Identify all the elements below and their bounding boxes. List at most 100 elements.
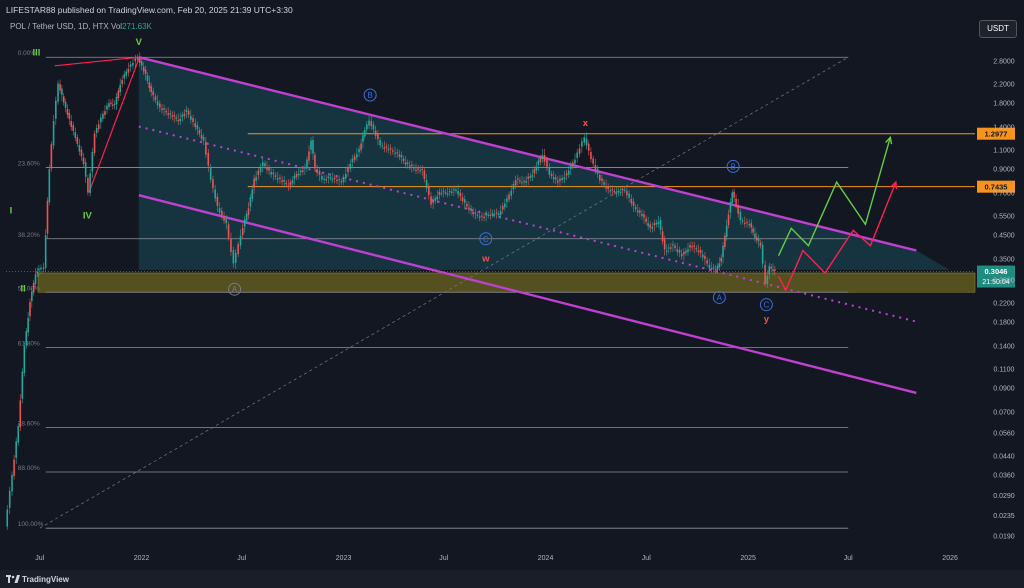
- candle-body: [755, 237, 758, 241]
- candle-body: [476, 214, 479, 216]
- candle-body: [759, 242, 762, 246]
- candle-body: [196, 125, 199, 129]
- candle-body: [634, 207, 637, 210]
- candle-body: [741, 220, 744, 222]
- candle-body: [493, 214, 496, 216]
- candle-body: [774, 269, 776, 271]
- candle-body: [546, 159, 548, 167]
- candle-body: [205, 141, 207, 155]
- candle-body: [314, 154, 316, 169]
- candle-body: [358, 148, 360, 153]
- candle-body: [417, 168, 419, 170]
- candle-body: [31, 291, 33, 302]
- candle-body: [285, 182, 288, 185]
- candle-body: [628, 193, 630, 198]
- candle-body: [716, 266, 719, 270]
- candle-body: [552, 177, 555, 180]
- candle-body: [766, 276, 769, 285]
- candle-body: [601, 178, 603, 182]
- candle-body: [385, 146, 388, 148]
- candle-body: [287, 185, 290, 188]
- candle-body: [15, 441, 17, 458]
- candle-body: [50, 144, 53, 169]
- candle-body: [501, 205, 504, 210]
- x-tick-label: 2022: [134, 555, 150, 562]
- x-tick-label: 2023: [336, 555, 352, 562]
- candle-body: [499, 211, 502, 215]
- candle-body: [167, 113, 170, 115]
- candle-body: [770, 266, 772, 269]
- x-axis[interactable]: Jul 2022 Jul 2023 Jul 2024 Jul 2025 Jul 2026: [35, 555, 958, 562]
- candle-body: [470, 208, 472, 211]
- candle-body: [283, 180, 285, 182]
- candle-body: [104, 111, 106, 115]
- candle-body: [338, 179, 340, 181]
- candle-body: [508, 194, 510, 200]
- candle-body: [411, 164, 413, 167]
- candle-body: [321, 175, 323, 180]
- y-tick-label: 0.4500: [993, 232, 1015, 239]
- candle-body: [36, 272, 39, 274]
- candle-body: [400, 155, 403, 158]
- candle-body: [598, 175, 601, 181]
- candle-body: [651, 226, 654, 229]
- candle-body: [639, 210, 641, 213]
- symbol-legend[interactable]: POL / Tether USD, 1D, HTX Vol271.63K: [10, 22, 152, 31]
- candle-body: [40, 267, 42, 270]
- candle-body: [115, 96, 118, 105]
- candle-body: [539, 157, 542, 162]
- candle-body: [52, 121, 55, 146]
- candle-body: [76, 137, 79, 144]
- candle-body: [408, 165, 411, 167]
- current-price-value: 0.3046: [985, 267, 1008, 276]
- candle-body: [665, 250, 668, 252]
- y-axis[interactable]: 2.8000 2.2000 1.8000 1.4000 1.1000 0.9000 0.70…: [993, 59, 1015, 541]
- candle-body: [11, 474, 13, 492]
- candle-body: [379, 140, 381, 146]
- candle-body: [583, 137, 586, 143]
- candle-body: [194, 123, 197, 128]
- candle-body: [154, 96, 157, 101]
- candle-body: [218, 208, 221, 213]
- candle-body: [712, 267, 715, 269]
- candle-body: [161, 108, 163, 111]
- candle-body: [632, 201, 635, 206]
- candle-body: [617, 191, 620, 193]
- candle-body: [13, 459, 15, 477]
- candle-body: [27, 318, 29, 333]
- y-tick-label: 0.5500: [993, 213, 1015, 220]
- candle-body: [351, 158, 354, 163]
- candle-body: [581, 141, 583, 147]
- x-tick-label: Jul: [642, 555, 651, 562]
- candle-body: [106, 105, 108, 110]
- candle-body: [425, 180, 428, 189]
- candle-body: [739, 211, 742, 221]
- publish-line: LIFESTAR88 published on TradingView.com,…: [6, 5, 293, 15]
- candle-body: [310, 140, 312, 150]
- candle-body: [510, 190, 513, 196]
- candle-body: [737, 205, 739, 214]
- y-tick-label: 2.8000: [993, 59, 1015, 66]
- candle-body: [249, 197, 252, 207]
- candle-body: [281, 180, 283, 182]
- candle-body: [113, 103, 116, 105]
- candle-body: [396, 152, 399, 154]
- candle-body: [102, 113, 104, 119]
- candle-body: [225, 218, 228, 224]
- candle-body: [657, 221, 660, 224]
- candle-body: [743, 222, 746, 225]
- price-chart[interactable]: 0.00%23.60%38.20%50.00%61.80%78.60%88.00…: [0, 18, 1024, 570]
- candle-body: [455, 189, 457, 191]
- candle-body: [207, 152, 210, 166]
- candle-body: [754, 233, 756, 238]
- currency-button[interactable]: USDT: [979, 20, 1017, 38]
- candle-body: [404, 162, 407, 165]
- candle-body: [661, 231, 664, 242]
- candle-body: [230, 238, 232, 252]
- candle-body: [489, 214, 492, 217]
- candle-body: [689, 245, 691, 248]
- candle-body: [623, 189, 626, 191]
- candle-body: [323, 178, 325, 180]
- candle-body: [757, 238, 760, 242]
- y-tick-label: 0.9000: [993, 167, 1015, 174]
